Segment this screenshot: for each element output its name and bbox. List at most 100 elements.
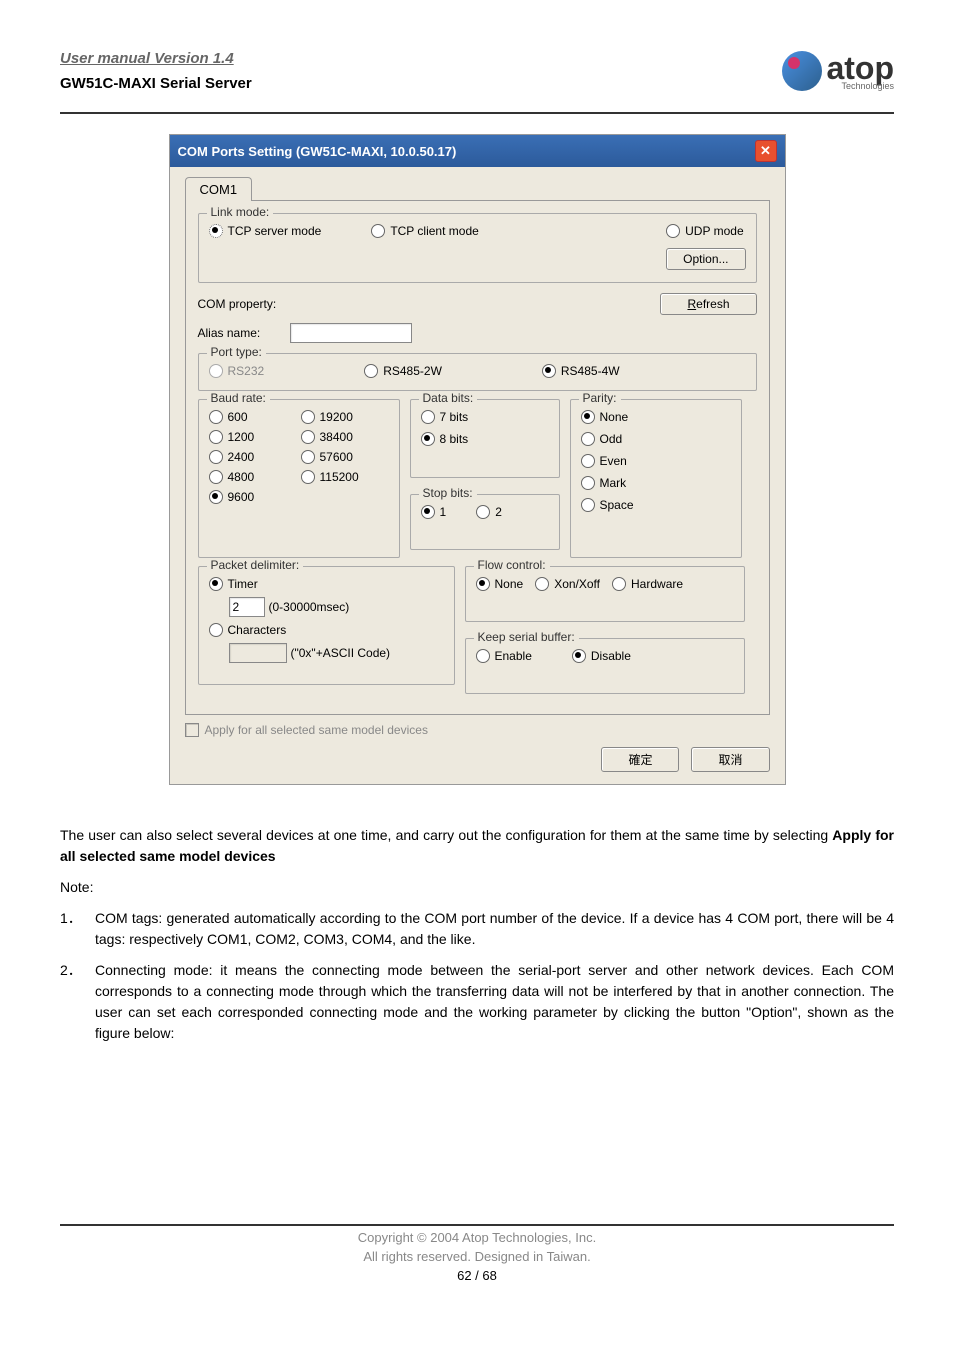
option-button[interactable]: Option... xyxy=(666,248,745,270)
radio-baud-115200[interactable]: 115200 xyxy=(301,470,389,484)
chars-hint-label: ("0x"+ASCII Code) xyxy=(291,646,391,660)
timer-range-label: (0-30000msec) xyxy=(269,600,350,614)
ok-button[interactable]: 確定 xyxy=(601,747,679,772)
data-bits-legend: Data bits: xyxy=(419,391,478,405)
page-footer: Copyright © 2004 Atop Technologies, Inc.… xyxy=(60,1224,894,1283)
radio-icon xyxy=(364,364,378,378)
radio-stop-1[interactable]: 1 xyxy=(421,505,447,519)
radio-icon xyxy=(209,577,223,591)
radio-rs485-2w[interactable]: RS485-2W xyxy=(364,364,442,378)
radio-icon xyxy=(209,490,223,504)
header-divider xyxy=(60,112,894,114)
tab-com1[interactable]: COM1 xyxy=(185,177,253,201)
packet-delimiter-legend: Packet delimiter: xyxy=(207,558,304,572)
com-property-label: COM property: xyxy=(198,297,277,311)
dialog-titlebar: COM Ports Setting (GW51C-MAXI, 10.0.50.1… xyxy=(170,135,785,167)
refresh-button[interactable]: Refresh xyxy=(660,293,756,315)
radio-icon xyxy=(301,430,315,444)
radio-parity-even[interactable]: Even xyxy=(581,454,731,468)
radio-baud-9600[interactable]: 9600 xyxy=(209,490,297,504)
radio-baud-38400[interactable]: 38400 xyxy=(301,430,389,444)
footer-rights: All rights reserved. Designed in Taiwan. xyxy=(60,1249,894,1264)
radio-icon xyxy=(535,577,549,591)
close-button[interactable]: ✕ xyxy=(755,140,777,162)
radio-icon xyxy=(209,450,223,464)
radio-icon xyxy=(476,505,490,519)
logo-icon xyxy=(782,51,822,91)
radio-icon xyxy=(421,432,435,446)
radio-icon xyxy=(581,410,595,424)
radio-rs232: RS232 xyxy=(209,364,265,378)
com-ports-dialog: COM Ports Setting (GW51C-MAXI, 10.0.50.1… xyxy=(169,134,786,785)
radio-ks-enable[interactable]: Enable xyxy=(476,649,532,663)
body-text: The user can also select several devices… xyxy=(60,825,894,1044)
radio-baud-57600[interactable]: 57600 xyxy=(301,450,389,464)
radio-fc-hardware[interactable]: Hardware xyxy=(612,577,683,591)
radio-baud-19200[interactable]: 19200 xyxy=(301,410,389,424)
radio-tcp-server[interactable]: TCP server mode xyxy=(209,224,322,238)
parity-legend: Parity: xyxy=(579,391,621,405)
list-item-1: 1． COM tags: generated automatically acc… xyxy=(60,908,894,950)
link-mode-fieldset: Link mode: TCP server mode TCP client mo… xyxy=(198,213,757,283)
page-header: User manual Version 1.4 GW51C-MAXI Seria… xyxy=(60,50,894,114)
dialog-title: COM Ports Setting (GW51C-MAXI, 10.0.50.1… xyxy=(178,144,457,159)
radio-parity-mark[interactable]: Mark xyxy=(581,476,731,490)
flow-control-fieldset: Flow control: None Xon/Xoff Hardware xyxy=(465,566,745,622)
radio-icon xyxy=(581,432,595,446)
footer-divider xyxy=(60,1224,894,1226)
radio-udp-mode[interactable]: UDP mode xyxy=(666,224,743,238)
radio-8bits[interactable]: 8 bits xyxy=(421,432,549,446)
radio-baud-600[interactable]: 600 xyxy=(209,410,297,424)
radio-icon xyxy=(209,470,223,484)
radio-fc-none[interactable]: None xyxy=(476,577,524,591)
characters-input xyxy=(229,643,287,663)
alias-name-label: Alias name: xyxy=(198,326,261,340)
apply-all-checkbox xyxy=(185,723,199,737)
baud-rate-fieldset: Baud rate: 600 19200 1200 38400 2400 576… xyxy=(198,399,400,558)
radio-icon xyxy=(581,476,595,490)
radio-parity-odd[interactable]: Odd xyxy=(581,432,731,446)
radio-ks-disable[interactable]: Disable xyxy=(572,649,631,663)
radio-rs485-4w[interactable]: RS485-4W xyxy=(542,364,620,378)
stop-bits-fieldset: Stop bits: 1 2 xyxy=(410,494,560,550)
port-type-legend: Port type: xyxy=(207,345,266,359)
list-item-2: 2． Connecting mode: it means the connect… xyxy=(60,960,894,1044)
radio-baud-2400[interactable]: 2400 xyxy=(209,450,297,464)
radio-icon xyxy=(421,410,435,424)
manual-title: User manual Version 1.4 xyxy=(60,50,782,67)
note-label: Note: xyxy=(60,877,894,898)
radio-icon xyxy=(476,649,490,663)
cancel-button[interactable]: 取消 xyxy=(691,747,769,772)
radio-icon xyxy=(572,649,586,663)
radio-baud-1200[interactable]: 1200 xyxy=(209,430,297,444)
radio-7bits[interactable]: 7 bits xyxy=(421,410,549,424)
alias-name-input[interactable] xyxy=(290,323,412,343)
radio-icon xyxy=(209,623,223,637)
parity-fieldset: Parity: None Odd Even Mark Space xyxy=(570,399,742,558)
radio-characters[interactable]: Characters xyxy=(209,623,444,637)
radio-icon xyxy=(301,410,315,424)
radio-stop-2[interactable]: 2 xyxy=(476,505,502,519)
radio-timer[interactable]: Timer xyxy=(209,577,444,591)
radio-parity-space[interactable]: Space xyxy=(581,498,731,512)
radio-icon xyxy=(476,577,490,591)
port-type-fieldset: Port type: RS232 RS485-2W RS485-4W xyxy=(198,353,757,391)
radio-icon xyxy=(209,364,223,378)
radio-icon xyxy=(421,505,435,519)
footer-page: 62 / 68 xyxy=(60,1268,894,1283)
radio-parity-none[interactable]: None xyxy=(581,410,731,424)
apply-all-label: Apply for all selected same model device… xyxy=(205,723,428,737)
baud-rate-legend: Baud rate: xyxy=(207,391,270,405)
radio-icon xyxy=(209,224,223,238)
radio-icon xyxy=(209,430,223,444)
timer-value-input[interactable] xyxy=(229,597,265,617)
radio-baud-4800[interactable]: 4800 xyxy=(209,470,297,484)
stop-bits-legend: Stop bits: xyxy=(419,486,477,500)
keep-serial-fieldset: Keep serial buffer: Enable Disable xyxy=(465,638,745,694)
link-mode-legend: Link mode: xyxy=(207,205,274,219)
radio-icon xyxy=(666,224,680,238)
product-name: GW51C-MAXI Serial Server xyxy=(60,75,782,92)
radio-fc-xonxoff[interactable]: Xon/Xoff xyxy=(535,577,600,591)
radio-tcp-client[interactable]: TCP client mode xyxy=(371,224,478,238)
radio-icon xyxy=(612,577,626,591)
